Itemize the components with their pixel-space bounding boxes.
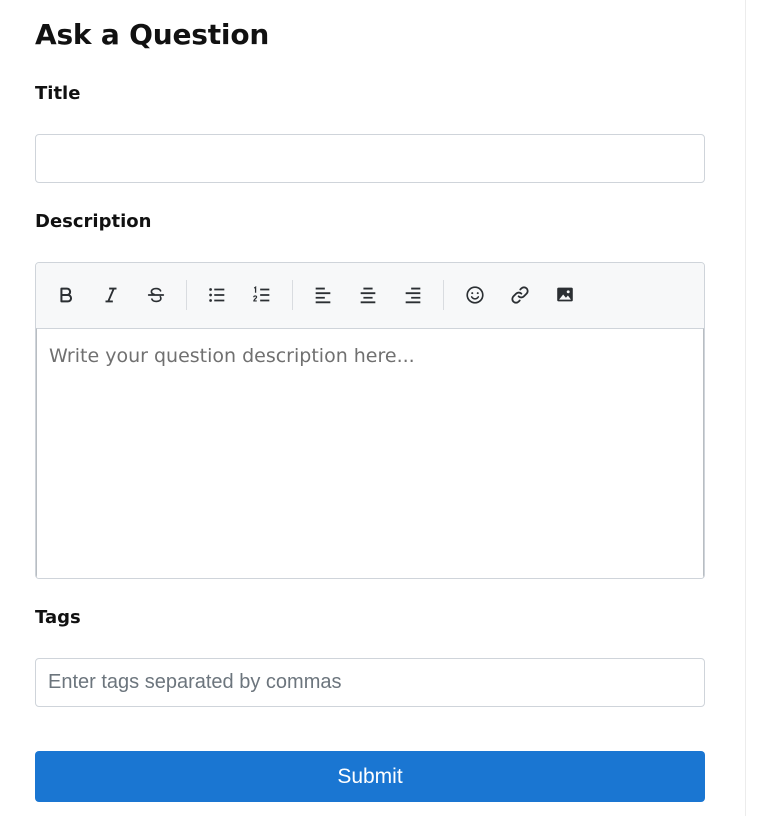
bold-icon[interactable] (51, 280, 81, 310)
editor-toolbar (36, 263, 704, 328)
align-right-icon[interactable] (398, 280, 428, 310)
image-icon[interactable] (550, 280, 580, 310)
numbered-list-icon[interactable] (247, 280, 277, 310)
submit-button[interactable]: Submit (35, 751, 705, 802)
align-left-icon[interactable] (308, 280, 338, 310)
description-content-area[interactable]: Write your question description here... (36, 328, 704, 578)
emoji-icon[interactable] (460, 280, 490, 310)
toolbar-separator (292, 280, 293, 310)
tags-label: Tags (35, 607, 81, 628)
toolbar-separator (443, 280, 444, 310)
description-editor: Write your question description here... (35, 262, 705, 579)
title-input[interactable] (35, 134, 705, 183)
ask-question-page: Ask a Question Title Description Write y… (0, 0, 745, 816)
align-center-icon[interactable] (353, 280, 383, 310)
title-label: Title (35, 83, 81, 104)
tags-input[interactable] (35, 658, 705, 707)
right-gutter (746, 0, 758, 816)
description-placeholder: Write your question description here... (49, 345, 415, 367)
italic-icon[interactable] (96, 280, 126, 310)
strikethrough-icon[interactable] (141, 280, 171, 310)
description-label: Description (35, 211, 152, 232)
page-title: Ask a Question (35, 18, 270, 51)
bullet-list-icon[interactable] (202, 280, 232, 310)
link-icon[interactable] (505, 280, 535, 310)
toolbar-separator (186, 280, 187, 310)
